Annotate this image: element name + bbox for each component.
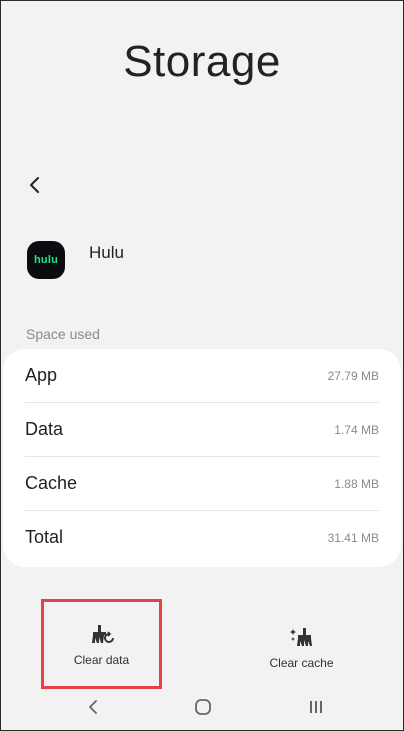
app-name: Hulu <box>89 243 124 262</box>
row-value: 1.88 MB <box>334 476 379 491</box>
nav-home-icon <box>195 699 211 715</box>
bottom-action-bar: Clear data Clear cache <box>1 599 403 689</box>
row-value: 1.74 MB <box>334 422 379 437</box>
row-label: App <box>25 365 58 385</box>
space-used-label: Space used <box>26 326 100 342</box>
hulu-app-icon: hulu <box>27 241 65 279</box>
app-header: hulu Hulu <box>27 241 124 279</box>
broom-clear-data-icon <box>91 625 114 643</box>
hulu-logo-text: hulu <box>33 254 58 266</box>
phone-screen: Storage hulu Hulu Space used App 27.79 M… <box>0 0 404 731</box>
row-label: Data <box>25 419 64 439</box>
row-value: 27.79 MB <box>327 368 379 383</box>
back-arrow-icon <box>30 177 39 193</box>
row-label: Total <box>25 527 64 547</box>
nav-back-button[interactable] <box>81 695 105 719</box>
broom-sparkle-icon <box>289 628 312 646</box>
nav-recents-icon <box>310 701 322 713</box>
row-label: Cache <box>25 473 78 493</box>
storage-row-cache: Cache 1.88 MB <box>25 457 379 511</box>
nav-home-button[interactable] <box>191 695 215 719</box>
back-button[interactable] <box>23 173 47 197</box>
nav-recents-button[interactable] <box>304 695 328 719</box>
page-title: Storage <box>123 37 281 86</box>
system-nav-bar <box>1 691 403 725</box>
clear-data-label: Clear data <box>73 653 130 667</box>
clear-data-button[interactable]: Clear data <box>41 599 162 689</box>
storage-card: App 27.79 MB Data 1.74 MB Cache 1.88 MB … <box>3 349 401 567</box>
storage-row-app: App 27.79 MB <box>25 349 379 403</box>
storage-row-data: Data 1.74 MB <box>25 403 379 457</box>
row-value: 31.41 MB <box>327 530 379 545</box>
nav-back-icon <box>89 700 97 714</box>
clear-cache-button[interactable]: Clear cache <box>241 599 362 689</box>
clear-cache-label: Clear cache <box>269 656 334 670</box>
storage-row-total: Total 31.41 MB <box>25 511 379 564</box>
